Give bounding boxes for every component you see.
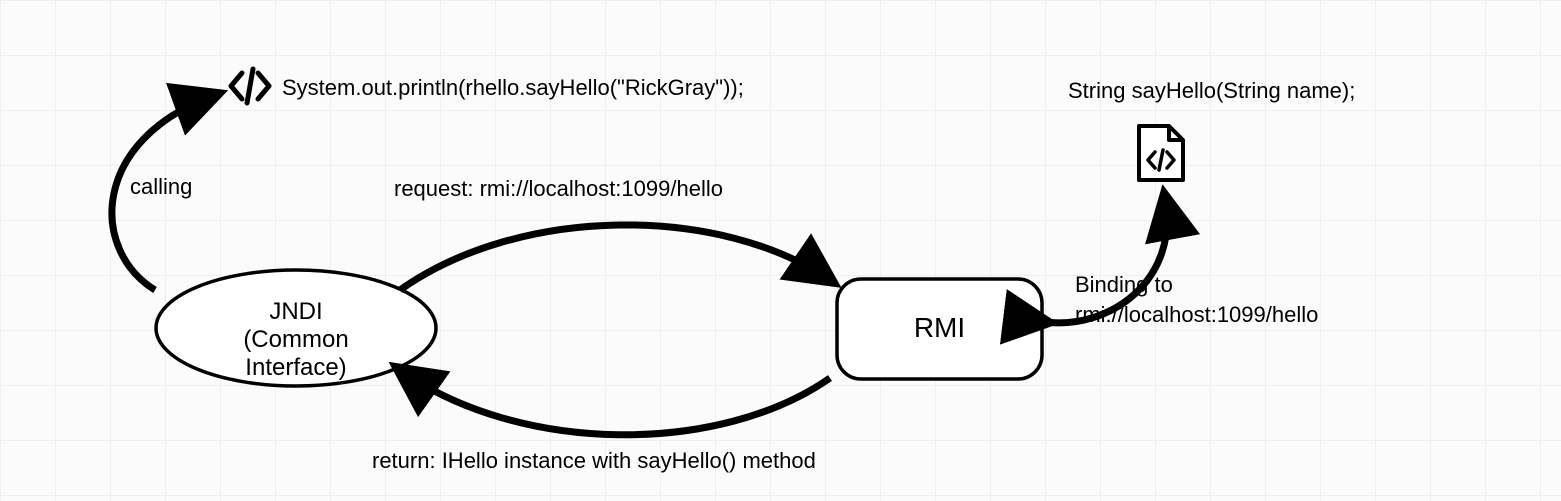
jndi-node-label: JNDI (Common Interface) <box>196 298 396 382</box>
calling-label: calling <box>130 174 192 200</box>
rmi-node-label: RMI <box>837 312 1042 344</box>
return-arrow <box>400 370 830 435</box>
jndi-label-line2: (Common Interface) <box>196 326 396 382</box>
binding-label-line1: Binding to <box>1075 270 1318 300</box>
request-label: request: rmi://localhost:1099/hello <box>394 176 723 202</box>
request-arrow <box>400 225 830 290</box>
binding-label: Binding to rmi://localhost:1099/hello <box>1075 270 1318 329</box>
diagram-canvas <box>0 0 1561 501</box>
code-file-icon <box>1139 126 1183 180</box>
jndi-label-line1: JNDI <box>196 298 396 326</box>
code-icon <box>231 69 269 103</box>
binding-label-line2: rmi://localhost:1099/hello <box>1075 300 1318 330</box>
interface-code-text: String sayHello(String name); <box>1068 78 1355 104</box>
return-label: return: IHello instance with sayHello() … <box>372 448 816 474</box>
caller-code-text: System.out.println(rhello.sayHello("Rick… <box>282 75 744 101</box>
